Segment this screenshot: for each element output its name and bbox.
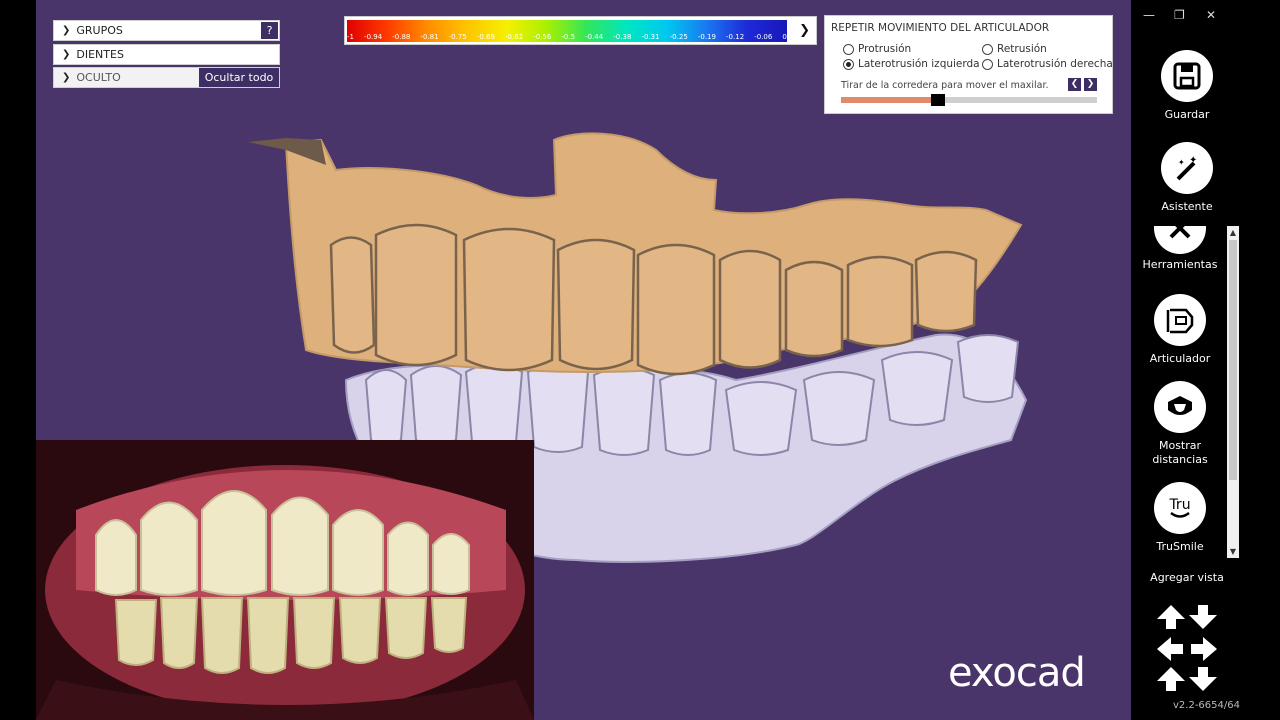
groups-panel[interactable]: ❯ GRUPOS ? (53, 20, 280, 41)
articulator-icon (1154, 294, 1206, 346)
scale-tick-label: -0.94 (364, 33, 383, 41)
wizard-label: Asistente (1161, 200, 1213, 213)
radio-retrusion[interactable]: Retrusión (982, 43, 1047, 55)
articulator-title: REPETIR MOVIMIENTO DEL ARTICULADOR (831, 22, 1050, 34)
right-toolbar: — ❐ ✕ Guardar ✦✦ Asistente Herramientas (1131, 0, 1280, 720)
previous-arrow-icon[interactable]: ❮ (1068, 78, 1081, 91)
radio-left-laterotrusion[interactable]: Laterotrusión izquierda (843, 58, 980, 70)
exocad-logo: exocad (948, 650, 1086, 696)
scale-tick-label: -0.31 (641, 33, 660, 41)
hammer-wrench-icon (1154, 226, 1206, 254)
hidden-label: OCULTO (76, 71, 121, 84)
view-arrows-icon[interactable] (1157, 605, 1217, 691)
tools-label: Herramientas (1142, 258, 1218, 271)
svg-text:Tru: Tru (1168, 497, 1190, 513)
scroll-thumb[interactable] (1229, 240, 1237, 480)
scale-tick-label: -0.06 (754, 33, 773, 41)
hidden-panel[interactable]: ❯ OCULTO Ocultar todo (53, 67, 280, 88)
scale-ticks: -1 -0.94 -0.88 -0.81 -0.75 -0.69 -0.62 -0.56 -0.… (347, 33, 787, 43)
scale-tick-label: -0.69 (476, 33, 495, 41)
toolbar-scrollbar[interactable]: ▲ ▼ (1227, 226, 1239, 558)
hide-all-button[interactable]: Ocultar todo (199, 68, 279, 87)
scale-tick-label: -0.38 (613, 33, 632, 41)
3d-viewport[interactable]: ❯ GRUPOS ? ❯ DIENTES ❯ OCULTO Ocultar to… (36, 0, 1131, 720)
radio-protrusion[interactable]: Protrusión (843, 43, 911, 55)
slider-hint: Tirar de la corredera para mover el maxi… (841, 80, 1049, 91)
trusmile-icon: Tru (1154, 482, 1206, 534)
chevron-right-icon[interactable]: ❯ (799, 23, 810, 38)
radio-dot-selected (843, 58, 854, 70)
radio-label: Protrusión (858, 43, 912, 55)
tools-button[interactable]: Herramientas (1131, 226, 1229, 276)
minimize-icon[interactable]: — (1143, 8, 1155, 22)
show-distances-label: Mostrar distancias (1152, 439, 1208, 466)
radio-label: Laterotrusión derecha (997, 58, 1113, 70)
version-label: v2.2-6654/64 (1173, 700, 1240, 711)
radio-dot (982, 58, 993, 70)
left-black-margin (0, 0, 36, 720)
scale-tick-label: -0.56 (533, 33, 552, 41)
intraoral-photo (36, 440, 534, 720)
magic-wand-icon: ✦ ✦ (1161, 142, 1213, 194)
exocad-window: ❯ GRUPOS ? ❯ DIENTES ❯ OCULTO Ocultar to… (0, 0, 1280, 720)
articulator-button[interactable]: Articulador (1131, 294, 1229, 366)
scale-tick-label: -0.12 (726, 33, 745, 41)
chevron-right-icon: ❯ (62, 49, 71, 60)
slider-thumb[interactable] (931, 94, 946, 106)
maxilla-slider[interactable] (841, 94, 1097, 106)
wizard-button[interactable]: ✦ ✦ Asistente (1137, 142, 1237, 214)
groups-label: GRUPOS (76, 24, 123, 37)
chevron-right-icon: ❯ (62, 25, 71, 36)
distance-color-scale: -1 -0.94 -0.88 -0.81 -0.75 -0.69 -0.62 -0.56 -0.… (344, 16, 817, 45)
teeth-label: DIENTES (76, 48, 124, 61)
svg-text:✦: ✦ (1189, 155, 1197, 166)
articulator-panel: REPETIR MOVIMIENTO DEL ARTICULADOR Protr… (824, 15, 1113, 114)
restore-icon[interactable]: ❐ (1174, 8, 1185, 22)
floppy-disk-icon (1161, 50, 1213, 102)
scale-tick-label: -0.81 (420, 33, 439, 41)
radio-dot (843, 43, 854, 55)
show-distances-button[interactable]: Mostrar distancias (1131, 381, 1229, 467)
scroll-up-icon[interactable]: ▲ (1227, 228, 1239, 237)
scroll-down-icon[interactable]: ▼ (1227, 547, 1239, 556)
scale-tick-label: -0.25 (669, 33, 688, 41)
close-icon[interactable]: ✕ (1206, 8, 1216, 22)
add-view-label: Agregar vista (1150, 571, 1224, 584)
add-view-button[interactable]: Agregar vista (1137, 571, 1237, 585)
chevron-right-icon: ❯ (62, 72, 71, 83)
slider-fill (841, 97, 939, 103)
scale-tick-label: -0.5 (561, 33, 576, 41)
radio-dot (982, 43, 993, 55)
scale-tick-label: 0 (782, 33, 787, 41)
radio-label: Laterotrusión izquierda (858, 58, 980, 70)
scale-tick-label: -0.75 (448, 33, 467, 41)
help-button[interactable]: ? (261, 22, 278, 39)
teeth-panel[interactable]: ❯ DIENTES (53, 44, 280, 65)
save-label: Guardar (1164, 108, 1210, 121)
distance-map-icon (1154, 381, 1206, 433)
trusmile-label: TruSmile (1156, 540, 1204, 553)
radio-label: Retrusión (997, 43, 1047, 55)
scale-tick-label: -0.62 (504, 33, 524, 41)
scale-tick-label: -1 (347, 33, 354, 41)
trusmile-button[interactable]: Tru TruSmile (1131, 482, 1229, 554)
radio-right-laterotrusion[interactable]: Laterotrusión derecha (982, 58, 1113, 70)
articulator-label: Articulador (1149, 352, 1211, 365)
scale-tick-label: -0.88 (392, 33, 411, 41)
scale-tick-label: -0.19 (697, 33, 716, 41)
svg-text:✦: ✦ (1178, 158, 1185, 167)
scale-tick-label: -0.44 (585, 33, 604, 41)
save-button[interactable]: Guardar (1137, 50, 1237, 122)
next-arrow-icon[interactable]: ❯ (1084, 78, 1097, 91)
